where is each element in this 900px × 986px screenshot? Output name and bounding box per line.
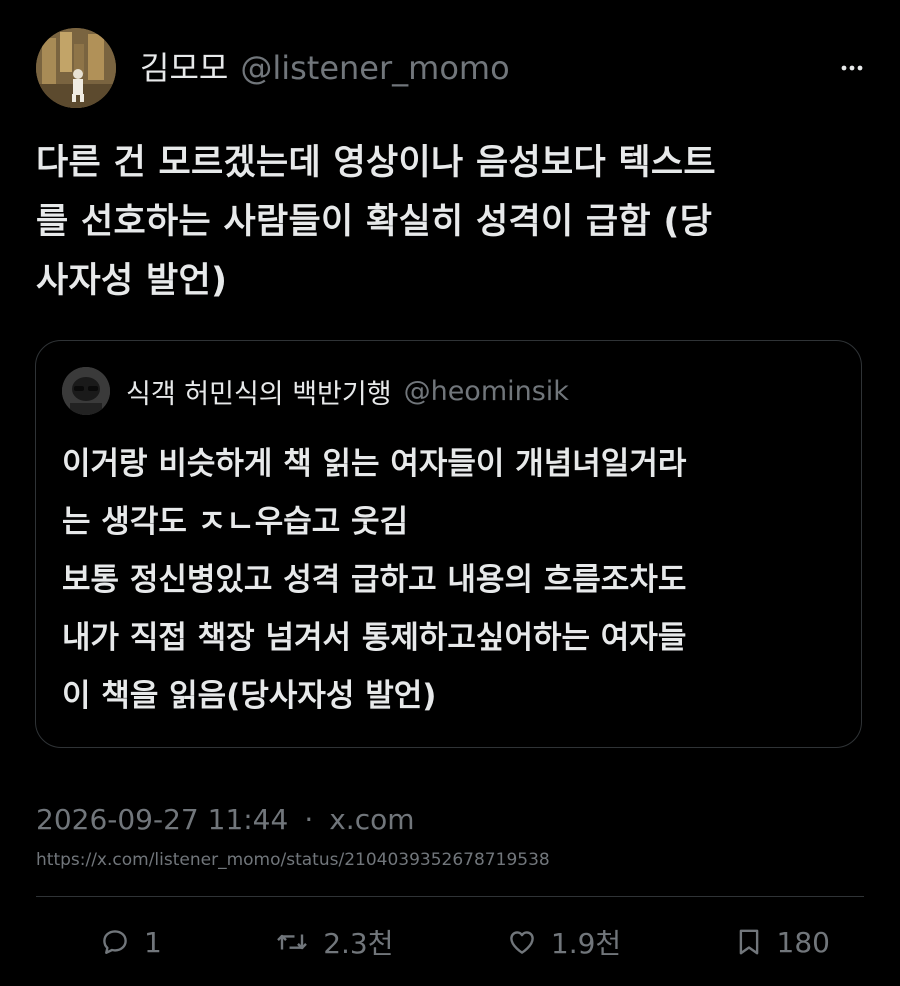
like-button[interactable]: 1.9천 xyxy=(507,922,621,962)
avatar-illustration xyxy=(36,28,116,108)
action-bar: 1 2.3천 1.9천 180 xyxy=(100,918,830,966)
more-horizontal-icon xyxy=(841,65,863,71)
repost-icon xyxy=(277,934,308,950)
tweet-url: https://x.com/listener_momo/status/21040… xyxy=(36,850,550,870)
quoted-author-display-name: 식객 허민식의 백반기행 xyxy=(126,378,392,410)
repost-count: 2.3천 xyxy=(323,927,394,960)
quoted-tweet-text: 이거랑 비슷하게 책 읽는 여자들이 개념녀일거라 는 생각도 ㅈㄴ우습고 웃김… xyxy=(62,446,687,714)
tweet-header: 김모모 @listener_momo xyxy=(36,28,866,108)
reply-count: 1 xyxy=(144,925,162,959)
tweet-source: x.com xyxy=(329,803,415,836)
tweet-meta: 2026-09-27 11:44 · x.com xyxy=(36,800,415,840)
repost-button[interactable]: 2.3천 xyxy=(275,922,394,962)
avatar-photo-icon xyxy=(62,367,110,415)
tweet-text: 다른 건 모르겠는데 영상이나 음성보다 텍스트 를 선호하는 사람들이 확실히… xyxy=(36,143,716,301)
quoted-author-handle: @heominsik xyxy=(403,375,569,407)
like-count: 1.9천 xyxy=(550,927,622,960)
meta-separator: · xyxy=(304,803,314,836)
bookmark-count: 180 xyxy=(776,925,830,959)
author-handle[interactable]: @listener_momo xyxy=(240,48,509,88)
quoted-tweet-header: 식객 허민식의 백반기행 @heominsik xyxy=(62,367,569,415)
quoted-author-avatar[interactable] xyxy=(62,367,110,415)
tweet-timestamp[interactable]: 2026-09-27 11:44 xyxy=(36,800,288,840)
quoted-tweet[interactable]: 식객 허민식의 백반기행 @heominsik 이거랑 비슷하게 책 읽는 여자… xyxy=(35,340,862,748)
author-names: 김모모 @listener_momo xyxy=(140,48,510,88)
reply-button[interactable]: 1 xyxy=(100,926,162,959)
reply-icon xyxy=(103,930,127,954)
heart-icon xyxy=(510,931,534,954)
more-options-button[interactable] xyxy=(838,56,866,80)
bookmark-icon xyxy=(739,929,758,955)
divider xyxy=(36,896,864,897)
bookmark-button[interactable]: 180 xyxy=(735,926,830,959)
author-display-name[interactable]: 김모모 xyxy=(140,48,228,88)
tweet: 김모모 @listener_momo 다른 건 모르겠는데 영상이나 음성보다 … xyxy=(0,0,900,986)
author-avatar[interactable] xyxy=(36,28,116,108)
